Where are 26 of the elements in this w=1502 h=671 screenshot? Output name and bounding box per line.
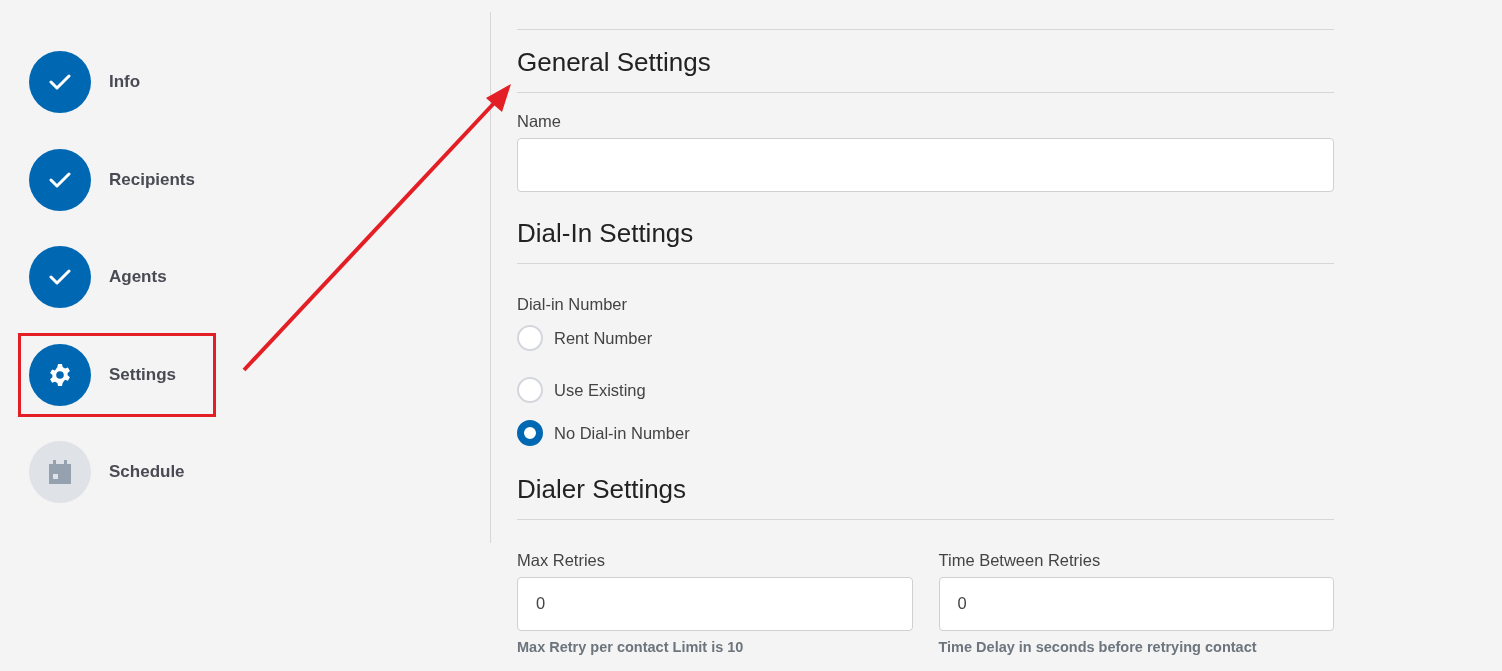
number-input[interactable]: 0 [938, 576, 1334, 631]
step-label[interactable]: Agents [109, 264, 167, 290]
help-text: Time Delay in seconds before retrying contact [938, 637, 1258, 657]
step-label[interactable]: Schedule [109, 459, 185, 485]
help-text: Max Retry per contact Limit is 10 [517, 637, 745, 657]
field-label: Name [517, 111, 562, 133]
checkmark-icon [49, 269, 71, 285]
section-heading: General Settings [517, 30, 1334, 94]
field-label: Time Between Retries [938, 550, 1102, 572]
section-heading: Dial-In Settings [517, 191, 1334, 265]
radio-option[interactable]: Use Existing [517, 376, 1334, 403]
step-label[interactable]: Recipients [109, 166, 195, 193]
calendar-icon [49, 460, 71, 484]
radio-button[interactable] [517, 419, 543, 446]
step-label[interactable]: Settings [109, 361, 177, 388]
step-label[interactable]: Info [109, 69, 141, 95]
name-input[interactable] [517, 137, 1334, 192]
field-label: Dial-in Number [517, 294, 629, 316]
radio-option[interactable]: Rent Number [517, 324, 1334, 351]
radio-option[interactable]: No Dial-in Number [517, 419, 1334, 446]
number-input[interactable]: 0 [517, 576, 913, 631]
checkmark-icon [49, 74, 71, 90]
field-label: Max Retries [517, 550, 607, 572]
settings-icon [48, 362, 72, 387]
checkmark-icon [49, 171, 71, 188]
section-heading: Dialer Settings [517, 445, 1334, 521]
